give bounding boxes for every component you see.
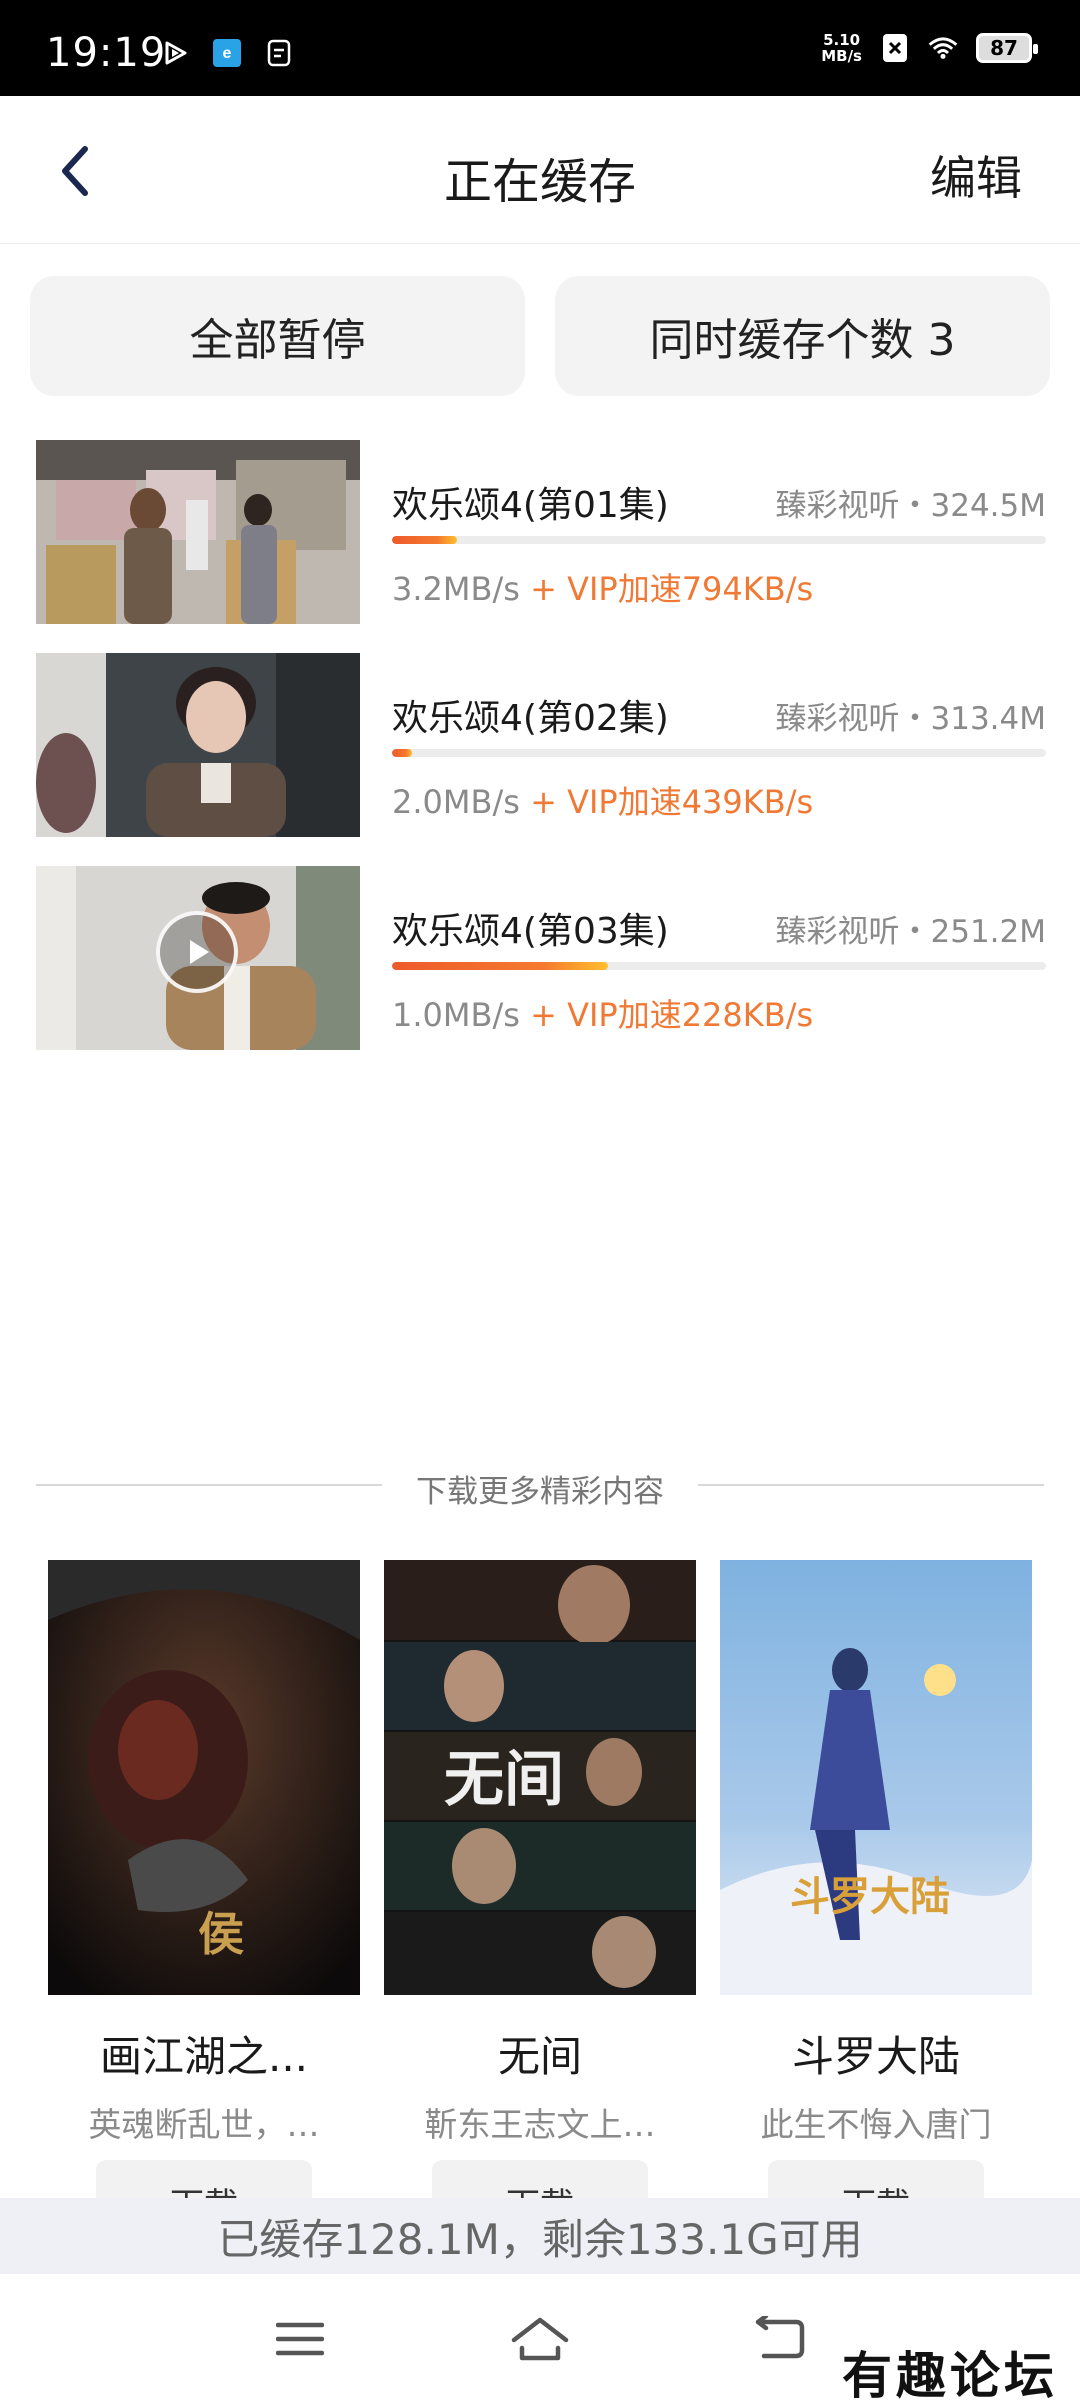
recommend-title: 斗罗大陆 xyxy=(791,2032,960,2081)
recommend-poster[interactable]: 斗罗大陆 xyxy=(720,1560,1032,1995)
recommend-desc: 英魂断乱世，… xyxy=(88,2105,320,2144)
download-progress xyxy=(392,749,1046,757)
browser-app-icon: e xyxy=(212,38,242,68)
recommend-poster[interactable]: 侯 xyxy=(48,1560,360,1995)
download-progress xyxy=(392,536,1046,544)
divider-line-right xyxy=(698,1484,1044,1486)
base-speed: 2.0MB/s xyxy=(392,783,520,821)
back-nav-button[interactable] xyxy=(750,2314,810,2364)
episode-title: 欢乐颂4(第03集) xyxy=(392,911,669,952)
svg-text:斗罗大陆: 斗罗大陆 xyxy=(790,1873,950,1920)
recommend-poster[interactable]: 无间 xyxy=(384,1560,696,1995)
download-progress-fill xyxy=(392,536,458,544)
episode-title: 欢乐颂4(第01集) xyxy=(392,485,669,526)
download-list: 欢乐颂4(第01集) 臻彩视听・324.5M 3.2MB/s + VIP加速79… xyxy=(36,440,1046,1079)
svg-text:侯: 侯 xyxy=(198,1907,244,1961)
recommend-list: 侯 画江湖之... 英魂断乱世，… 下载 无间 无间 靳东王 xyxy=(48,1560,1032,2230)
download-item[interactable]: 欢乐颂4(第01集) 臻彩视听・324.5M 3.2MB/s + VIP加速79… xyxy=(36,440,1046,653)
menu-icon xyxy=(276,2322,324,2356)
episode-thumbnail xyxy=(36,440,360,624)
network-speed-unit: MB/s xyxy=(821,47,862,65)
download-progress-fill xyxy=(392,749,412,757)
recommend-section-label: 下载更多精彩内容 xyxy=(416,1474,664,1510)
vip-speed: + VIP加速794KB/s xyxy=(519,570,814,608)
back-arrow-icon xyxy=(755,2316,805,2359)
download-item[interactable]: 欢乐颂4(第02集) 臻彩视听・313.4M 2.0MB/s + VIP加速43… xyxy=(36,653,1046,866)
page-title: 正在缓存 xyxy=(443,154,636,210)
recommend-title: 无间 xyxy=(497,2032,582,2081)
base-speed: 3.2MB/s xyxy=(392,570,520,608)
recommend-card[interactable]: 无间 无间 靳东王志文上… 下载 xyxy=(384,1560,696,2230)
download-speed: 1.0MB/s + VIP加速228KB/s xyxy=(392,990,813,1036)
edit-button[interactable]: 编辑 xyxy=(930,142,1022,208)
recommend-title: 画江湖之... xyxy=(99,2032,309,2081)
wifi-icon xyxy=(928,33,958,63)
episode-meta: 臻彩视听・313.4M xyxy=(775,701,1047,737)
battery-indicator: 87 xyxy=(976,33,1038,63)
status-bar: 19:19 e 5.10 MB/s 87 xyxy=(0,0,1080,96)
recommend-desc: 靳东王志文上… xyxy=(424,2105,656,2144)
recommend-section-header: 下载更多精彩内容 xyxy=(36,1460,1044,1510)
document-icon xyxy=(264,38,294,68)
watermark-text: 有趣论坛 xyxy=(842,2346,1058,2400)
download-speed: 2.0MB/s + VIP加速439KB/s xyxy=(392,777,813,823)
episode-meta: 臻彩视听・324.5M xyxy=(775,488,1047,524)
svg-text:无间: 无间 xyxy=(444,1745,564,1815)
play-icon xyxy=(156,911,238,993)
download-item[interactable]: 欢乐颂4(第03集) 臻彩视听・251.2M 1.0MB/s + VIP加速22… xyxy=(36,866,1046,1079)
home-icon xyxy=(511,2317,569,2361)
no-sim-icon xyxy=(880,33,910,63)
video-app-icon xyxy=(160,38,190,68)
download-speed: 3.2MB/s + VIP加速794KB/s xyxy=(392,564,813,610)
episode-meta: 臻彩视听・251.2M xyxy=(775,914,1047,950)
episode-title: 欢乐颂4(第02集) xyxy=(392,698,669,739)
recommend-card[interactable]: 侯 画江湖之... 英魂断乱世，… 下载 xyxy=(48,1560,360,2230)
menu-button[interactable] xyxy=(270,2314,330,2364)
base-speed: 1.0MB/s xyxy=(392,996,520,1034)
recommend-desc: 此生不悔入唐门 xyxy=(760,2105,992,2144)
recommend-card[interactable]: 斗罗大陆 斗罗大陆 此生不悔入唐门 下载 xyxy=(720,1560,1032,2230)
download-progress xyxy=(392,962,1046,970)
episode-thumbnail xyxy=(36,866,360,1050)
page-header: 正在缓存 编辑 xyxy=(0,96,1080,244)
pause-all-button[interactable]: 全部暂停 xyxy=(30,276,525,396)
vip-speed: + VIP加速228KB/s xyxy=(519,996,814,1034)
download-progress-fill xyxy=(392,962,608,970)
status-notification-icons: e xyxy=(160,38,294,68)
svg-text:e: e xyxy=(223,45,232,62)
status-right-group: 5.10 MB/s 87 xyxy=(821,32,1038,64)
download-controls: 全部暂停 同时缓存个数 3 xyxy=(30,276,1050,396)
episode-thumbnail xyxy=(36,653,360,837)
network-speed: 5.10 MB/s xyxy=(821,32,862,64)
status-time: 19:19 xyxy=(46,30,167,76)
vip-speed: + VIP加速439KB/s xyxy=(519,783,814,821)
concurrent-downloads-button[interactable]: 同时缓存个数 3 xyxy=(555,276,1050,396)
home-button[interactable] xyxy=(510,2314,570,2364)
network-speed-value: 5.10 xyxy=(823,31,861,49)
storage-status: 已缓存128.1M，剩余133.1G可用 xyxy=(0,2198,1080,2274)
